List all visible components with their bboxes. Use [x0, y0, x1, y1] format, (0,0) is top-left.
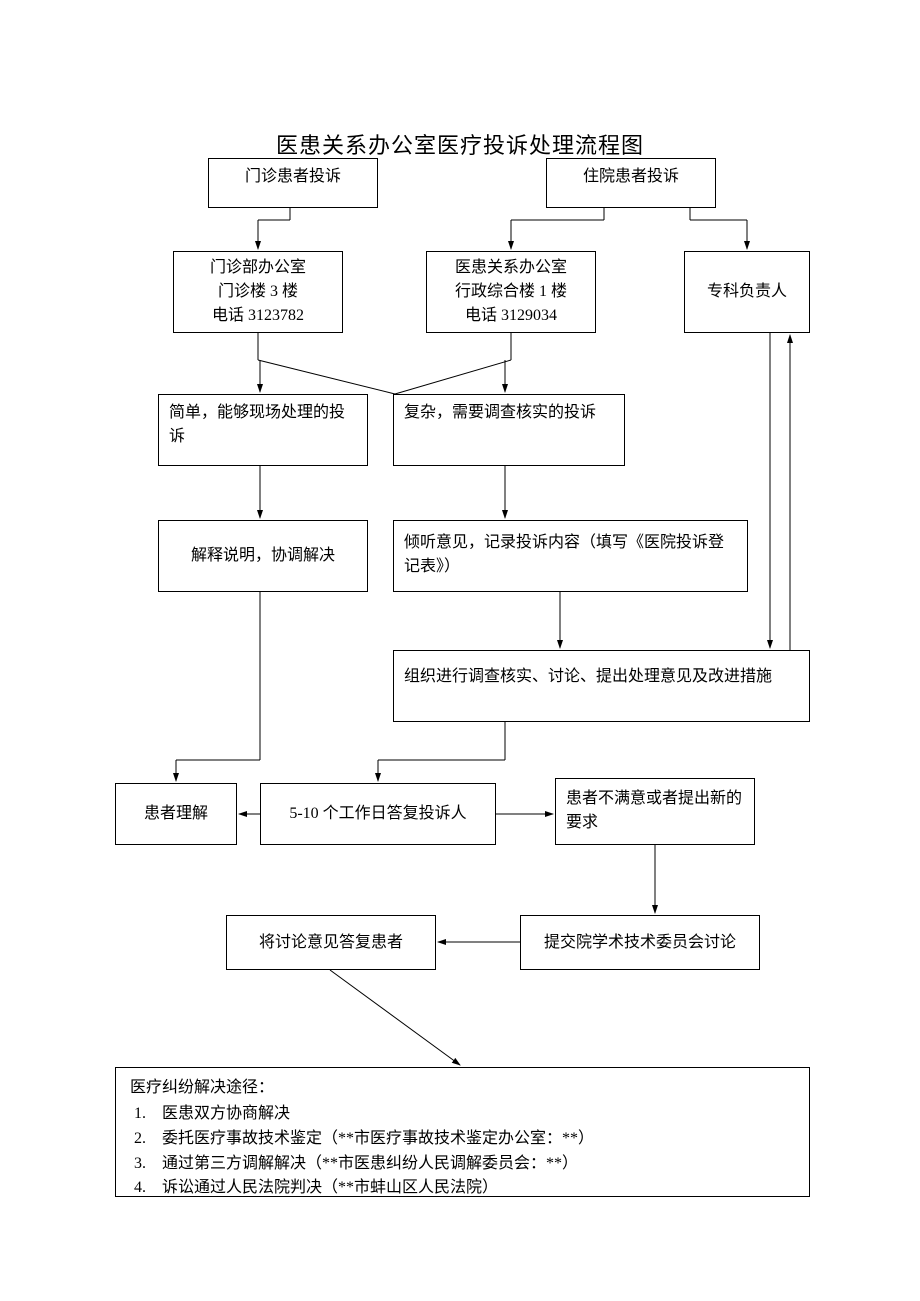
- resolution-item-3: 3. 通过第三方调解解决（**市医患纠纷人民调解委员会：**）: [130, 1152, 578, 1177]
- line1: 医患关系办公室: [455, 256, 567, 280]
- node-investigate: 组织进行调查核实、讨论、提出处理意见及改进措施: [393, 650, 810, 722]
- node-simple: 简单，能够现场处理的投诉: [158, 394, 368, 466]
- diagram-title: 医患关系办公室医疗投诉处理流程图: [0, 128, 920, 160]
- node-outpatient-office: 门诊部办公室 门诊楼 3 楼 电话 3123782: [173, 251, 343, 333]
- text: 倾听意见，记录投诉内容（填写《医院投诉登记表》）: [404, 531, 737, 579]
- node-specialist: 专科负责人: [684, 251, 810, 333]
- node-understood: 患者理解: [115, 783, 237, 845]
- node-reply: 5-10 个工作日答复投诉人: [260, 783, 496, 845]
- text: 提交院学术技术委员会讨论: [544, 931, 736, 955]
- text: 5-10 个工作日答复投诉人: [289, 802, 466, 826]
- text: 将讨论意见答复患者: [259, 931, 403, 955]
- text: 患者理解: [144, 802, 208, 826]
- text: 解释说明，协调解决: [191, 544, 335, 568]
- node-resolution: 医疗纠纷解决途径： 1. 医患双方协商解决 2. 委托医疗事故技术鉴定（**市医…: [115, 1067, 810, 1197]
- line1: 门诊部办公室: [210, 256, 306, 280]
- resolution-heading: 医疗纠纷解决途径：: [130, 1076, 274, 1100]
- text: 患者不满意或者提出新的要求: [566, 787, 744, 835]
- text: 简单，能够现场处理的投诉: [169, 401, 357, 449]
- text: 住院患者投诉: [583, 165, 679, 189]
- node-committee: 提交院学术技术委员会讨论: [520, 915, 760, 970]
- text: 专科负责人: [707, 280, 787, 304]
- resolution-item-4: 4. 诉讼通过人民法院判决（**市蚌山区人民法院）: [130, 1176, 498, 1201]
- resolution-item-2: 2. 委托医疗事故技术鉴定（**市医疗事故技术鉴定办公室：**）: [130, 1127, 594, 1152]
- node-feedback: 将讨论意见答复患者: [226, 915, 436, 970]
- node-complex: 复杂，需要调查核实的投诉: [393, 394, 625, 466]
- text: 复杂，需要调查核实的投诉: [404, 401, 596, 425]
- line2: 行政综合楼 1 楼: [455, 280, 567, 304]
- line2: 门诊楼 3 楼: [218, 280, 298, 304]
- text: 门诊患者投诉: [245, 165, 341, 189]
- node-inpatient-complaint: 住院患者投诉: [546, 158, 716, 208]
- resolution-item-1: 1. 医患双方协商解决: [130, 1102, 290, 1127]
- node-explain: 解释说明，协调解决: [158, 520, 368, 592]
- text: 组织进行调查核实、讨论、提出处理意见及改进措施: [404, 665, 772, 689]
- node-outpatient-complaint: 门诊患者投诉: [208, 158, 378, 208]
- node-unsatisfied: 患者不满意或者提出新的要求: [555, 778, 755, 845]
- node-relations-office: 医患关系办公室 行政综合楼 1 楼 电话 3129034: [426, 251, 596, 333]
- line3: 电话 3123782: [212, 304, 304, 328]
- node-listen: 倾听意见，记录投诉内容（填写《医院投诉登记表》）: [393, 520, 748, 592]
- line3: 电话 3129034: [465, 304, 557, 328]
